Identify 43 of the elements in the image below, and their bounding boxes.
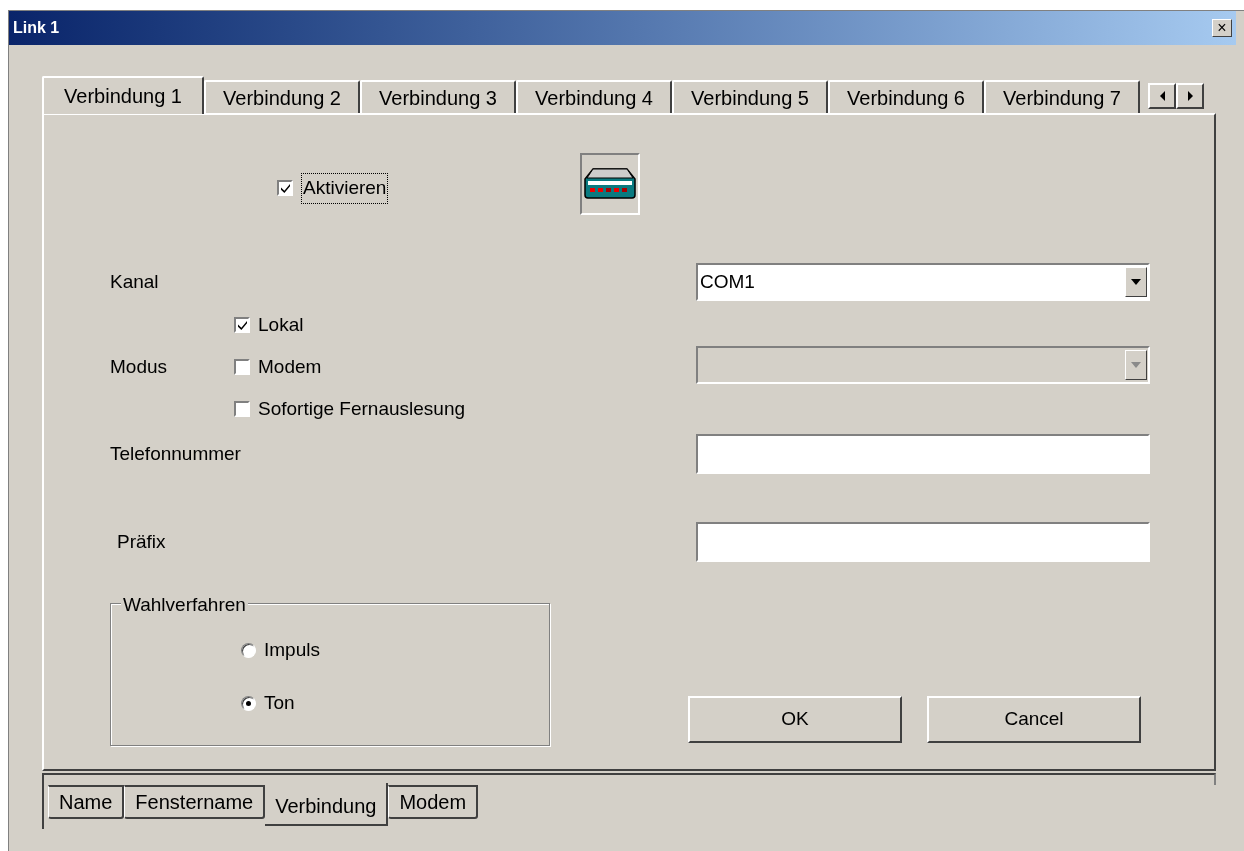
field-label: Telefonnummer — [110, 441, 242, 466]
tab[interactable]: Modem — [388, 785, 479, 819]
radio-label: Ton — [264, 690, 295, 715]
tab[interactable]: Verbindung 5 — [672, 80, 828, 113]
field-label: Präfix — [117, 529, 167, 554]
tab[interactable]: Verbindung — [265, 783, 389, 826]
radio-label: Impuls — [264, 637, 320, 662]
checkbox[interactable] — [234, 317, 250, 333]
scroll-right-button[interactable] — [1176, 83, 1204, 109]
checkmark-icon — [237, 320, 247, 330]
input-field[interactable] — [696, 434, 1150, 474]
tab[interactable]: Verbindung 6 — [828, 80, 984, 113]
radio-button[interactable] — [241, 695, 256, 711]
close-button[interactable]: × — [1212, 19, 1232, 37]
caret-icon — [1130, 278, 1142, 286]
tab[interactable]: Name — [48, 785, 125, 819]
field-label: Modus — [110, 354, 168, 379]
checkbox-label: Aktivieren — [301, 173, 389, 204]
checkbox[interactable] — [234, 359, 250, 375]
window-title: Link 1 — [13, 18, 60, 38]
dialog-button[interactable]: OK — [688, 696, 902, 743]
field-label: Kanal — [110, 269, 160, 294]
checkbox-label: Sofortige Fernauslesung — [258, 396, 465, 421]
dropdown[interactable]: COM1 — [696, 263, 1150, 301]
left-arrow-icon — [1158, 91, 1166, 101]
right-arrow-icon — [1186, 91, 1194, 101]
device-button[interactable] — [580, 153, 641, 215]
input-field[interactable] — [696, 522, 1150, 562]
tab[interactable]: Verbindung 2 — [204, 80, 360, 113]
checkmark-icon — [280, 183, 290, 193]
tab[interactable]: Verbindung 4 — [516, 80, 672, 113]
tab[interactable]: Verbindung 3 — [360, 80, 516, 113]
checkbox-label: Lokal — [258, 312, 304, 337]
tab[interactable]: Verbindung 7 — [984, 80, 1140, 113]
checkbox-label: Modem — [258, 354, 322, 379]
device-icon — [583, 167, 638, 201]
tab[interactable]: Fenstername — [124, 785, 266, 819]
scroll-left-button[interactable] — [1148, 83, 1176, 109]
tab[interactable]: Verbindung 1 — [42, 76, 204, 114]
checkbox[interactable] — [277, 180, 293, 197]
dialog-button[interactable]: Cancel — [927, 696, 1141, 743]
checkbox[interactable] — [234, 401, 250, 417]
caret-icon — [1130, 361, 1142, 369]
